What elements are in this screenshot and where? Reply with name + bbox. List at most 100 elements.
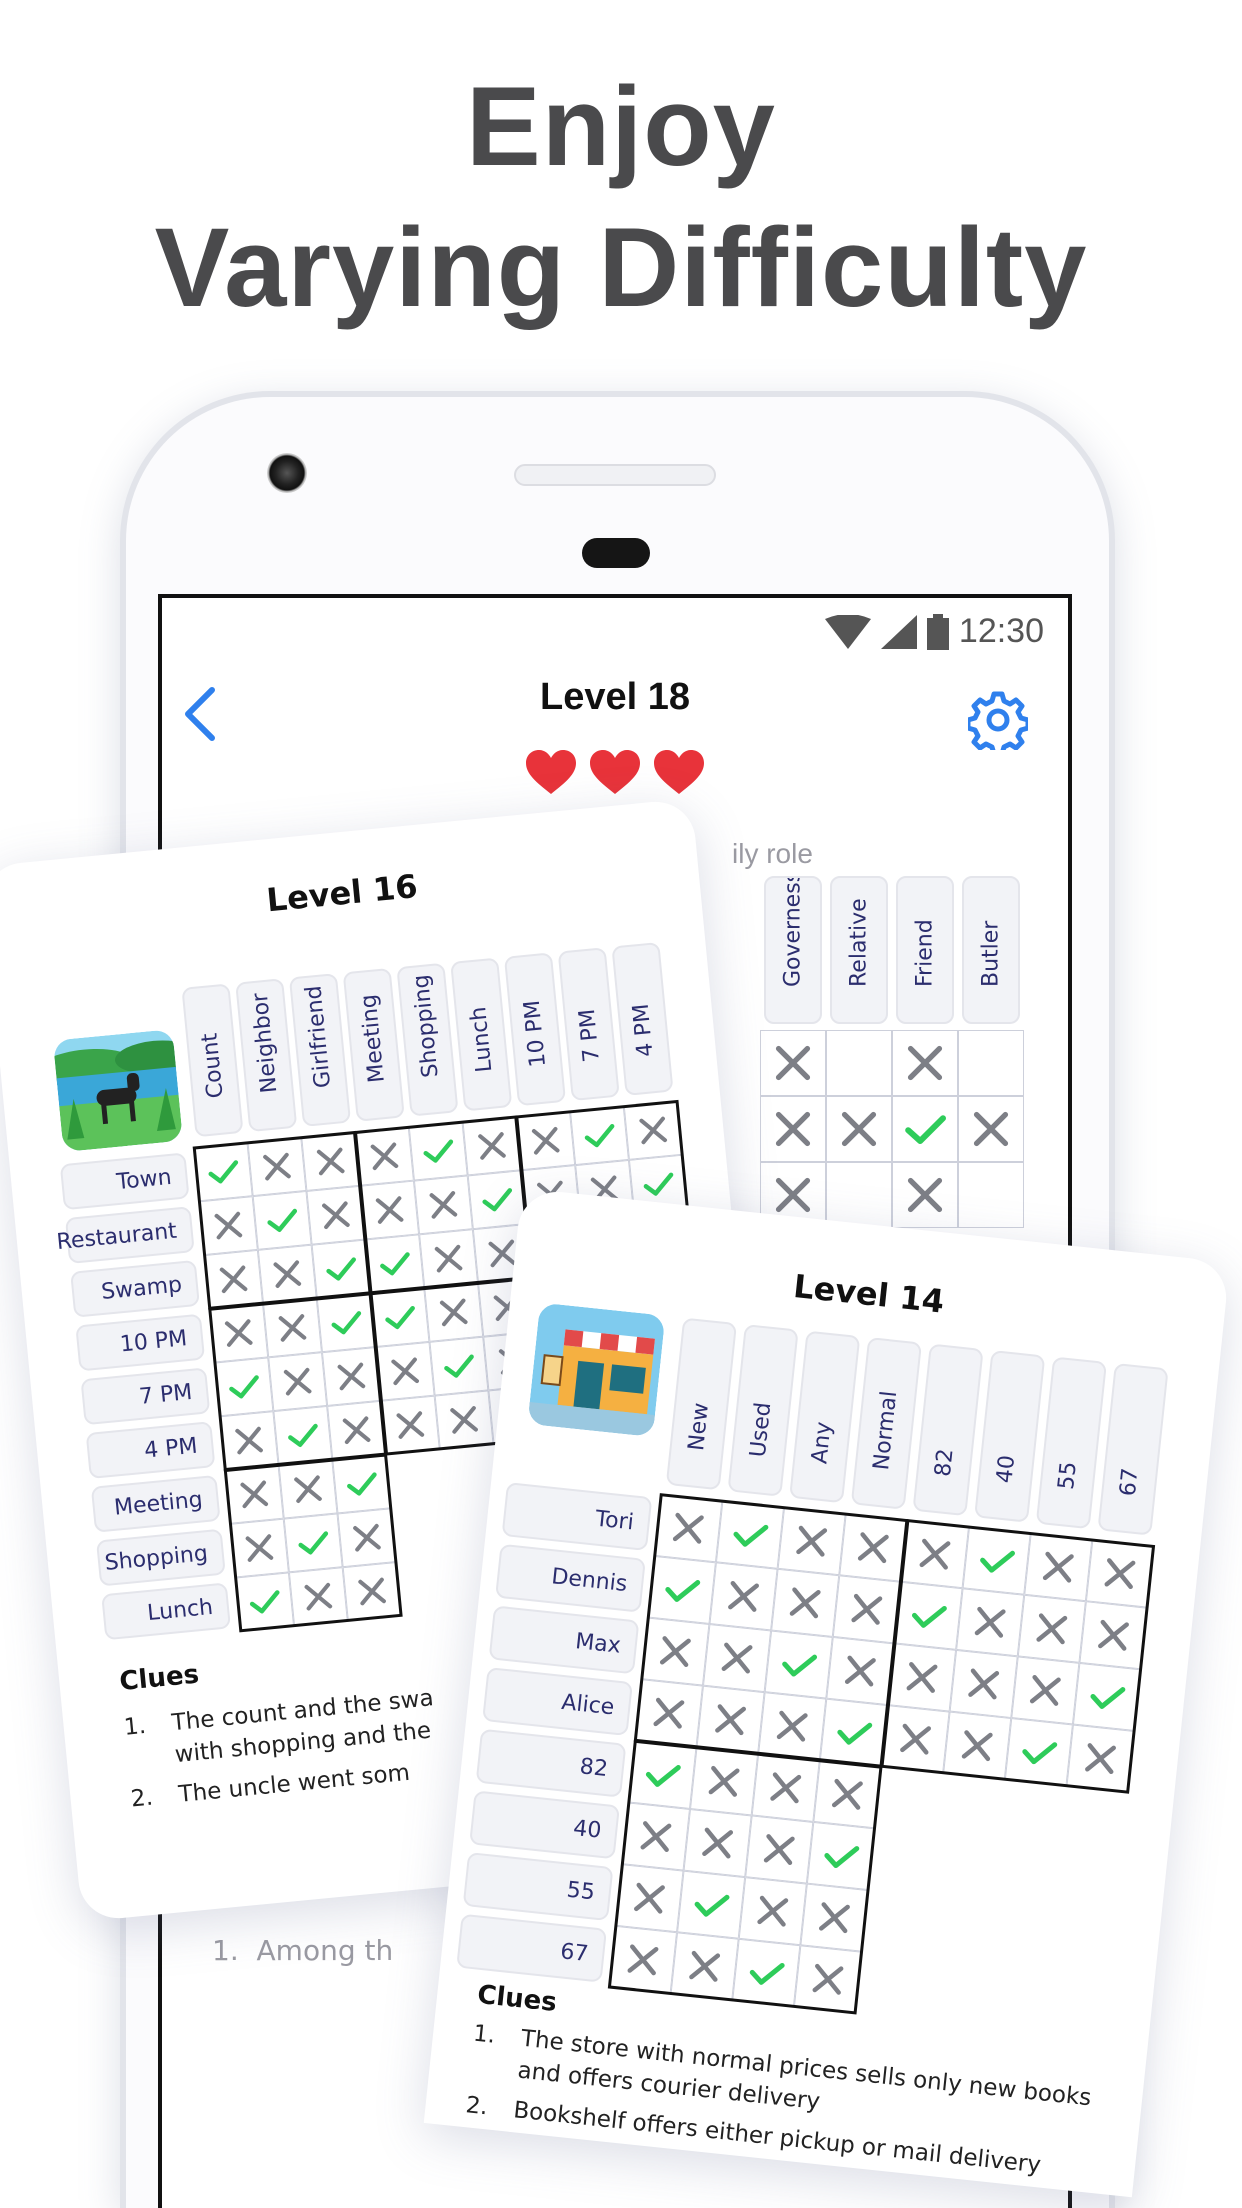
grid-cell[interactable] [793,1945,863,2014]
grid-cell[interactable] [235,1572,295,1632]
grid-cell[interactable] [832,1575,901,1644]
grid-cell[interactable] [462,1116,522,1176]
grid-cell[interactable] [696,1685,765,1754]
grid-cell[interactable] [949,1649,1018,1719]
grid-cell[interactable] [647,1555,716,1624]
grid-cell[interactable] [608,1925,678,1994]
grid-cell[interactable] [690,1747,759,1816]
grid-cell[interactable] [900,1520,970,1589]
grid-cell[interactable] [337,1508,397,1568]
grid-cell[interactable] [413,1175,473,1235]
grid-cell[interactable] [958,1162,1024,1228]
grid-cell[interactable] [777,1507,846,1576]
grid-cell[interactable] [316,1293,376,1353]
grid-cell[interactable] [1024,1533,1093,1602]
grid-cell[interactable] [247,1137,307,1197]
grid-cell[interactable] [229,1518,289,1578]
grid-cell[interactable] [434,1390,494,1450]
grid-cell[interactable] [288,1567,348,1627]
grid-cell[interactable] [268,1352,328,1412]
grid-cell[interactable] [193,1142,253,1202]
grid-cell[interactable] [375,1341,435,1401]
grid-cell[interactable] [892,1162,958,1228]
grid-cell[interactable] [209,1303,269,1363]
grid-cell[interactable] [670,1932,739,2001]
grid-cell[interactable] [958,1030,1024,1096]
grid-cell[interactable] [732,1938,801,2007]
grid-cell[interactable] [715,1500,785,1569]
grid-cell[interactable] [380,1395,440,1455]
grid-cell[interactable] [956,1588,1025,1657]
grid-cell[interactable] [306,1185,366,1245]
grid-cell[interactable] [327,1400,387,1460]
grid-cell[interactable] [419,1229,479,1289]
grid-cell[interactable] [962,1526,1031,1595]
grid-cell[interactable] [677,1870,746,1939]
grid-cell[interactable] [204,1249,264,1309]
grid-cell[interactable] [429,1336,489,1396]
grid-cell[interactable] [1017,1594,1086,1663]
grid-cell[interactable] [516,1111,576,1171]
grid-cell[interactable] [621,1802,691,1871]
grid-cell[interactable] [839,1513,908,1582]
grid-cell[interactable] [887,1643,957,1712]
grid-cell[interactable] [570,1106,629,1166]
grid-cell[interactable] [224,1464,284,1524]
grid-cell[interactable] [943,1711,1012,1780]
grid-cell[interactable] [283,1513,343,1573]
grid-cell[interactable] [214,1357,274,1417]
grid-cell[interactable] [894,1581,963,1650]
grid-cell[interactable] [252,1190,312,1250]
grid-cell[interactable] [1079,1601,1148,1670]
grid-cell[interactable] [615,1864,684,1933]
level-14-card[interactable]: Level 14 New Used Any Normal 82 40 55 67 Tori De… [423,1188,1231,2198]
grid-cell[interactable] [702,1623,772,1693]
grid-cell[interactable] [641,1617,710,1686]
grid-cell[interactable] [813,1760,882,1829]
grid-cell[interactable] [623,1100,683,1160]
grid-cell[interactable] [892,1030,958,1096]
grid-cell[interactable] [1011,1656,1080,1725]
grid-cell[interactable] [628,1740,697,1809]
grid-cell[interactable] [219,1411,279,1471]
grid-cell[interactable] [760,1096,826,1162]
grid-cell[interactable] [1004,1718,1073,1787]
grid-cell[interactable] [958,1096,1024,1162]
grid-cell[interactable] [355,1126,414,1186]
grid-cell[interactable] [683,1808,752,1878]
grid-cell[interactable] [370,1288,430,1348]
grid-cell[interactable] [738,1877,807,1946]
grid-cell[interactable] [365,1234,425,1294]
grid-cell[interactable] [654,1494,723,1563]
grid-cell[interactable] [826,1030,892,1096]
grid-cell[interactable] [467,1170,527,1230]
grid-cell[interactable] [800,1883,869,1952]
grid-cell[interactable] [751,1753,820,1822]
grid-cell[interactable] [826,1162,892,1228]
grid-cell[interactable] [278,1459,338,1519]
grid-cell[interactable] [342,1562,402,1621]
grid-cell[interactable] [424,1282,484,1342]
grid-cell[interactable] [892,1096,958,1162]
grid-cell[interactable] [257,1244,317,1304]
grid-cell[interactable] [1072,1662,1142,1732]
grid-cell[interactable] [321,1347,381,1406]
grid-cell[interactable] [301,1132,361,1191]
grid-cell[interactable] [881,1705,950,1774]
grid-cell[interactable] [198,1196,258,1256]
grid-cell[interactable] [1085,1539,1155,1608]
grid-cell[interactable] [634,1679,703,1748]
grid-cell[interactable] [263,1298,322,1358]
grid-cell[interactable] [819,1698,888,1767]
grid-cell[interactable] [360,1180,420,1240]
grid-cell[interactable] [758,1692,827,1761]
grid-cell[interactable] [311,1239,371,1299]
grid-cell[interactable] [1066,1724,1135,1793]
settings-gear-icon[interactable] [968,690,1028,750]
grid-cell[interactable] [826,1636,895,1706]
grid-cell[interactable] [806,1821,875,1891]
grid-cell[interactable] [408,1121,468,1181]
grid-cell[interactable] [709,1562,778,1631]
grid-cell[interactable] [760,1030,826,1096]
grid-cell[interactable] [764,1630,833,1699]
